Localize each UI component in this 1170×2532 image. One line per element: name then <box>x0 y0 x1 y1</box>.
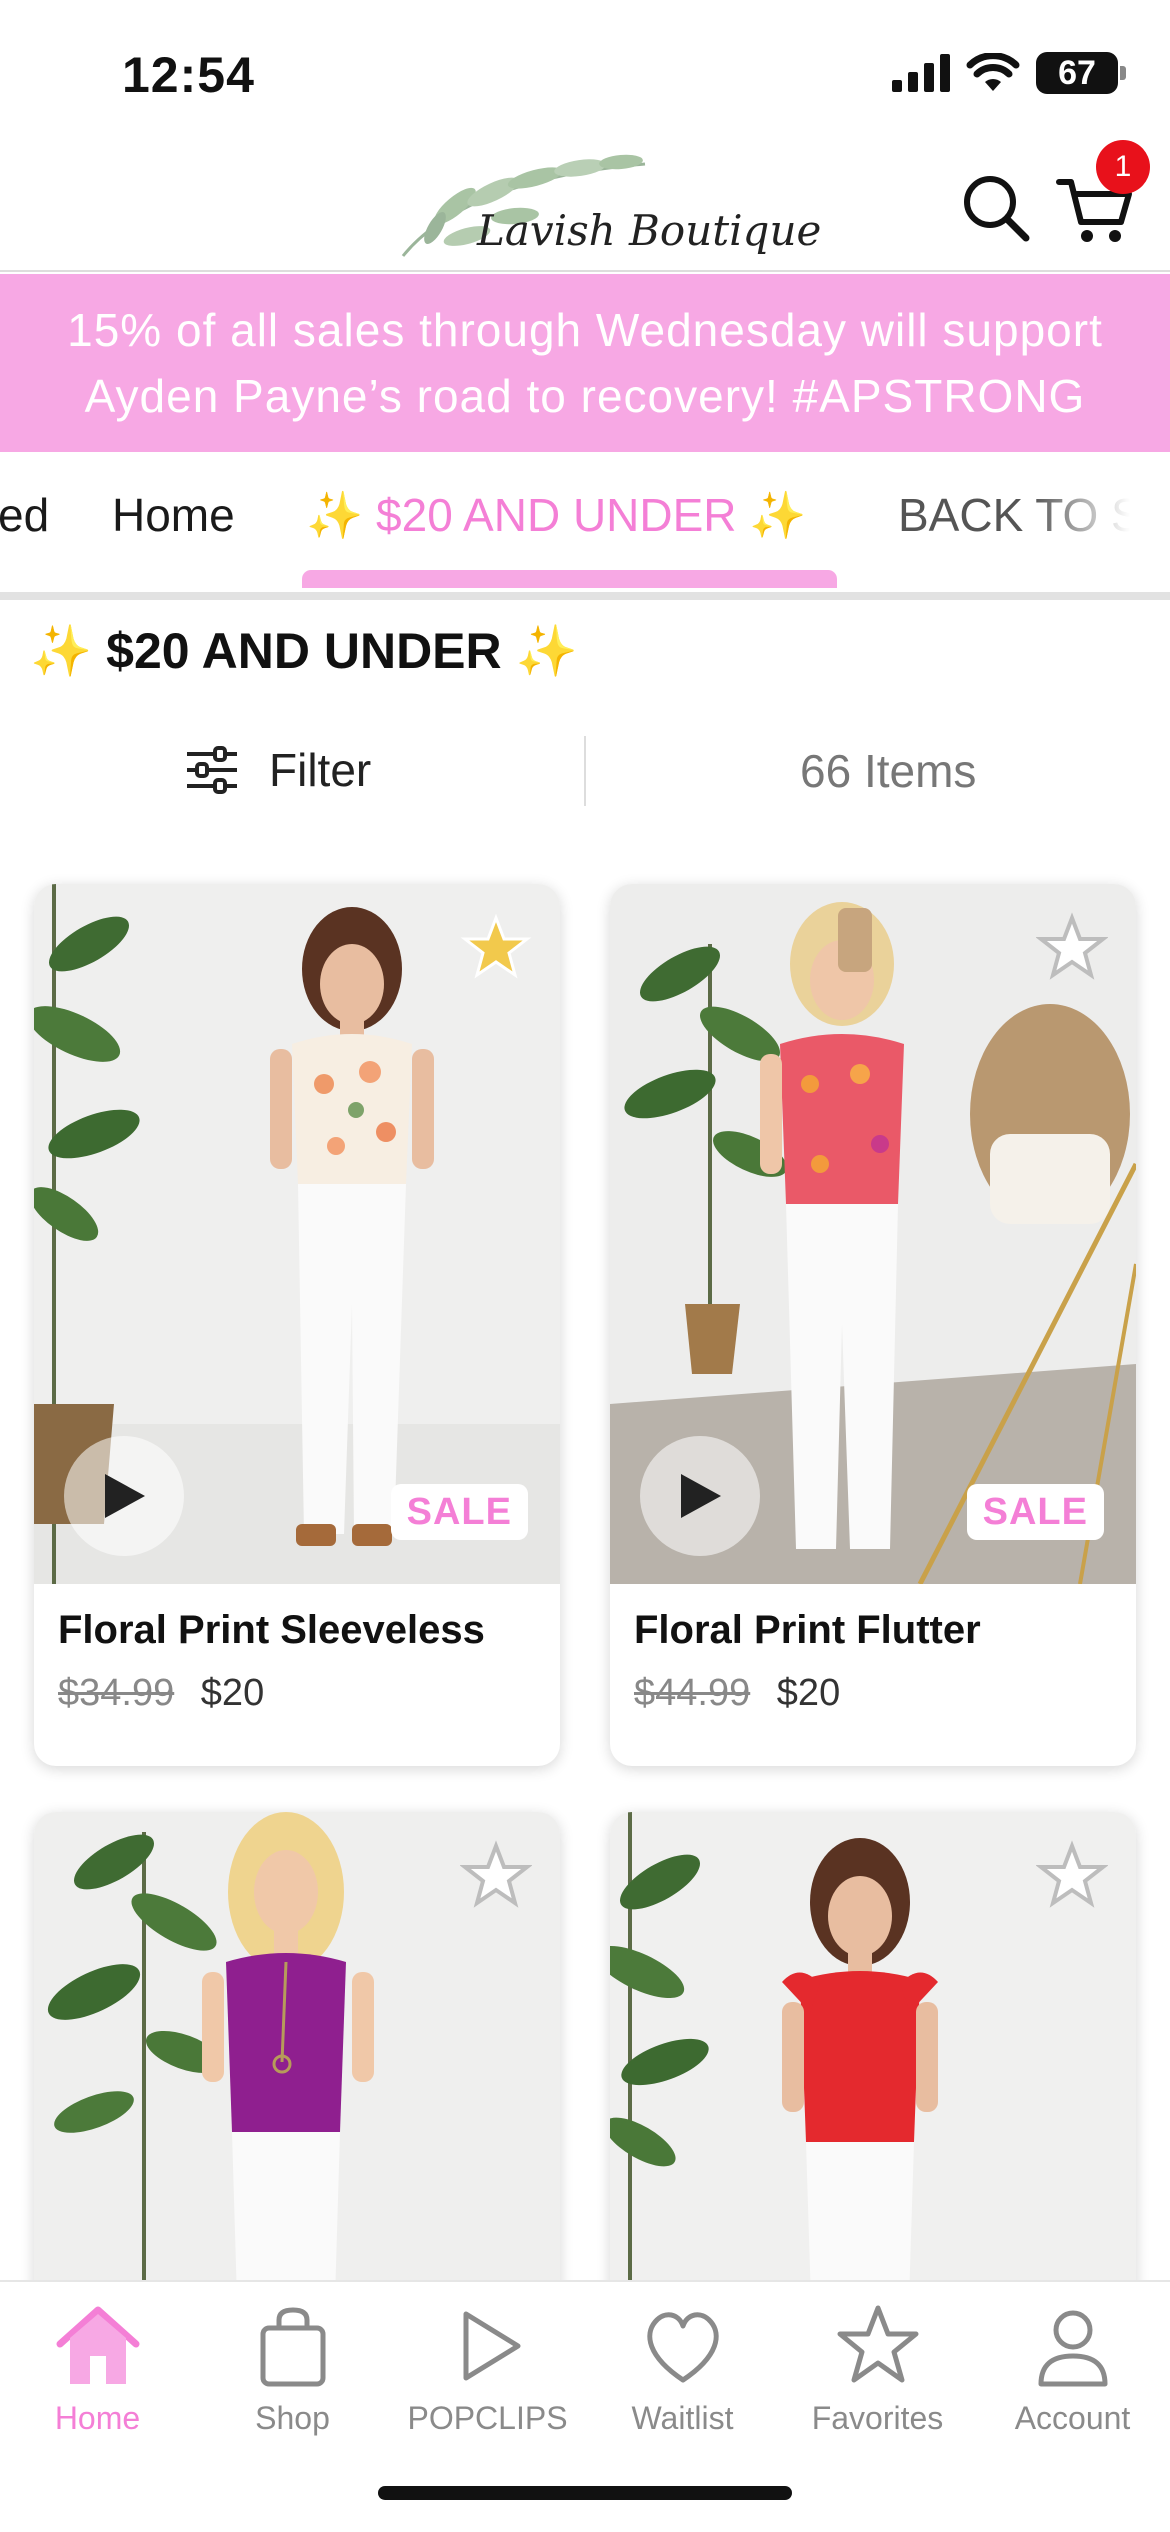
sale-badge: SALE <box>390 1484 528 1540</box>
product-name[interactable]: Floral Print Sleeveless <box>58 1608 485 1653</box>
sale-price: $20 <box>200 1672 265 1714</box>
nav-label: Shop <box>255 2400 330 2436</box>
product-image[interactable]: SALE <box>610 884 1136 1584</box>
nav-account[interactable]: Account <box>975 2300 1170 2460</box>
product-card[interactable] <box>34 1812 560 2332</box>
sparkle-left: ✨ <box>30 623 93 679</box>
product-image[interactable]: SALE <box>34 884 560 1584</box>
status-bar: 12:54 67 <box>0 0 1170 140</box>
app-header: Lavish Boutique <box>0 140 1170 272</box>
star-icon <box>837 2305 918 2383</box>
person-icon <box>1038 2310 1107 2387</box>
items-count: 66 Items <box>800 745 977 797</box>
original-price: $34.99 <box>58 1672 175 1714</box>
status-time: 12:54 <box>122 47 255 103</box>
play-icon <box>463 2311 520 2381</box>
nav-popclips[interactable]: POPCLIPS <box>390 2300 585 2460</box>
nav-label: POPCLIPS <box>407 2400 568 2436</box>
battery-icon: 67 <box>1036 52 1126 94</box>
play-video-button[interactable] <box>640 1436 760 1556</box>
original-price: $44.99 <box>634 1672 751 1714</box>
filter-label: Filter <box>269 744 372 796</box>
product-card[interactable] <box>610 1812 1136 2332</box>
nav-home[interactable]: Home <box>0 2300 195 2460</box>
sliders-icon <box>187 746 237 794</box>
sparkle-right: ✨ <box>515 623 578 679</box>
battery-level: 67 <box>1058 53 1096 92</box>
heart-icon <box>646 2312 719 2383</box>
nav-label: Home <box>54 2400 141 2436</box>
filter-divider <box>584 736 586 806</box>
favorite-star-icon[interactable] <box>460 1840 532 1912</box>
play-video-button[interactable] <box>64 1436 184 1556</box>
brand-logo[interactable]: Lavish Boutique <box>395 146 821 266</box>
app-screen: 12:54 67 Lavish Boutique 1 15% of all sa… <box>0 0 1170 2532</box>
product-card[interactable]: SALE Floral Print Flutter $44.99 $20 <box>610 884 1136 1766</box>
nav-label: Waitlist <box>631 2400 734 2436</box>
product-image[interactable] <box>34 1812 560 2332</box>
product-name[interactable]: Floral Print Flutter <box>634 1608 981 1653</box>
favorite-star-icon[interactable] <box>460 912 532 984</box>
tab-back-to-school[interactable]: BACK TO S <box>898 488 1142 542</box>
play-icon <box>105 1474 145 1518</box>
promo-banner[interactable]: 15% of all sales through Wednesday will … <box>0 274 1170 452</box>
sale-badge: SALE <box>966 1484 1104 1540</box>
home-icon <box>56 2306 139 2384</box>
filter-row: Filter 66 Items <box>0 730 1170 810</box>
section-title: ✨ $20 AND UNDER ✨ <box>30 622 578 681</box>
sale-price: $20 <box>776 1672 841 1714</box>
tab-home[interactable]: Home <box>112 488 235 542</box>
nav-label: Account <box>1014 2400 1131 2436</box>
play-icon <box>681 1474 721 1518</box>
nav-shop[interactable]: Shop <box>195 2300 390 2460</box>
nav-favorites[interactable]: Favorites <box>780 2300 975 2460</box>
status-icons: 67 <box>892 52 1126 94</box>
nav-label: Favorites <box>811 2400 944 2436</box>
tab-20-and-under[interactable]: ✨ $20 AND UNDER ✨ <box>306 488 807 543</box>
favorite-star-icon[interactable] <box>1036 1840 1108 1912</box>
product-card[interactable]: SALE Floral Print Sleeveless $34.99 $20 <box>34 884 560 1766</box>
tab-previous[interactable]: ed <box>0 488 49 542</box>
product-image[interactable] <box>610 1812 1136 2332</box>
nav-waitlist[interactable]: Waitlist <box>585 2300 780 2460</box>
favorite-star-icon[interactable] <box>1036 912 1108 984</box>
category-tabs: ed Home ✨ $20 AND UNDER ✨ BACK TO S <box>0 452 1170 600</box>
brand-name: Lavish Boutique <box>477 206 822 255</box>
wifi-icon <box>966 53 1020 91</box>
signal-icon <box>892 54 950 92</box>
cart-count-badge: 1 <box>1096 140 1150 194</box>
product-price: $44.99 $20 <box>634 1672 840 1715</box>
shopping-bag-icon <box>260 2307 325 2387</box>
search-icon[interactable] <box>960 172 1030 242</box>
filter-button[interactable]: Filter <box>185 730 371 810</box>
active-tab-indicator <box>302 570 837 588</box>
promo-text: 15% of all sales through Wednesday will … <box>67 304 1103 422</box>
section-title-text: $20 AND UNDER <box>106 623 502 679</box>
home-indicator[interactable] <box>378 2486 792 2500</box>
product-price: $34.99 $20 <box>58 1672 264 1715</box>
